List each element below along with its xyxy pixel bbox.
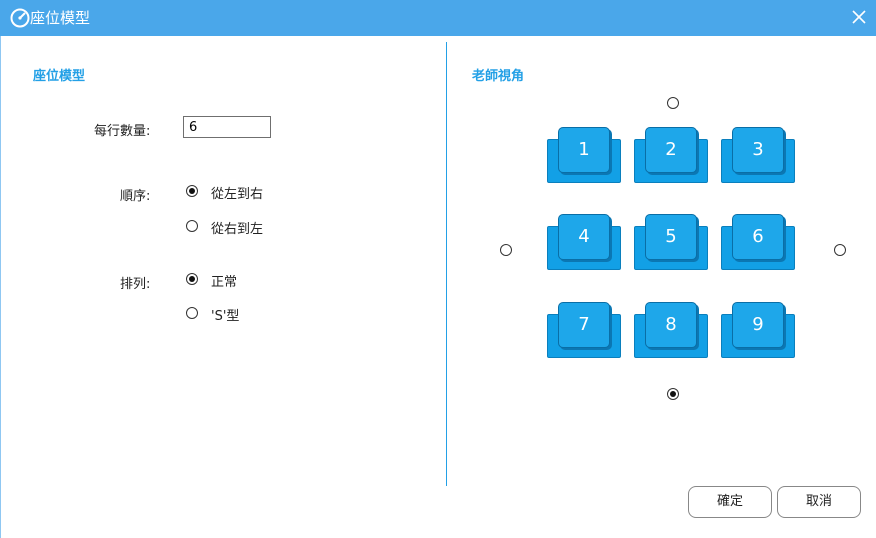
window-title: 座位模型 xyxy=(30,9,91,27)
seat-number: 8 xyxy=(665,314,677,335)
seat-5[interactable]: 5 xyxy=(634,214,708,270)
seat-number: 1 xyxy=(578,139,590,160)
arrange-label: 排列: xyxy=(120,277,151,292)
seat-number: 4 xyxy=(578,226,590,247)
panel-divider xyxy=(446,42,447,486)
gauge-icon xyxy=(10,8,30,28)
arrange-normal-radio[interactable] xyxy=(186,273,198,285)
arrange-s-shape-label[interactable]: 'S'型 xyxy=(211,305,239,324)
ok-button[interactable]: 確定 xyxy=(688,486,772,518)
per-row-label: 每行數量: xyxy=(94,124,151,139)
arrange-s-shape-radio[interactable] xyxy=(186,307,198,319)
close-icon[interactable] xyxy=(848,6,870,28)
teacher-view-bottom-radio[interactable] xyxy=(667,388,679,400)
seat-number: 5 xyxy=(665,226,677,247)
seat-number: 3 xyxy=(752,139,764,160)
seat-number: 7 xyxy=(578,314,590,335)
teacher-view-left-radio[interactable] xyxy=(500,244,512,256)
order-left-to-right-radio[interactable] xyxy=(186,185,198,197)
window-left-border xyxy=(0,36,1,538)
seat-7[interactable]: 7 xyxy=(547,302,621,358)
title-bar: 座位模型 xyxy=(0,0,876,36)
seat-9[interactable]: 9 xyxy=(721,302,795,358)
seat-number: 6 xyxy=(752,226,764,247)
seat-number: 9 xyxy=(752,314,764,335)
order-right-to-left-label[interactable]: 從右到左 xyxy=(211,218,263,237)
order-right-to-left-radio[interactable] xyxy=(186,220,198,232)
seat-8[interactable]: 8 xyxy=(634,302,708,358)
seat-1[interactable]: 1 xyxy=(547,127,621,183)
teacher-view-top-radio[interactable] xyxy=(667,97,679,109)
seat-3[interactable]: 3 xyxy=(721,127,795,183)
right-section-title: 老師視角 xyxy=(472,69,525,84)
left-section-title: 座位模型 xyxy=(33,69,86,84)
seat-6[interactable]: 6 xyxy=(721,214,795,270)
arrange-normal-label[interactable]: 正常 xyxy=(211,271,237,290)
order-left-to-right-label[interactable]: 從左到右 xyxy=(211,183,263,202)
cancel-button[interactable]: 取消 xyxy=(777,486,861,518)
seat-2[interactable]: 2 xyxy=(634,127,708,183)
seat-4[interactable]: 4 xyxy=(547,214,621,270)
seat-number: 2 xyxy=(665,139,677,160)
order-label: 順序: xyxy=(120,189,151,204)
teacher-view-right-radio[interactable] xyxy=(834,244,846,256)
per-row-input[interactable] xyxy=(183,116,271,138)
